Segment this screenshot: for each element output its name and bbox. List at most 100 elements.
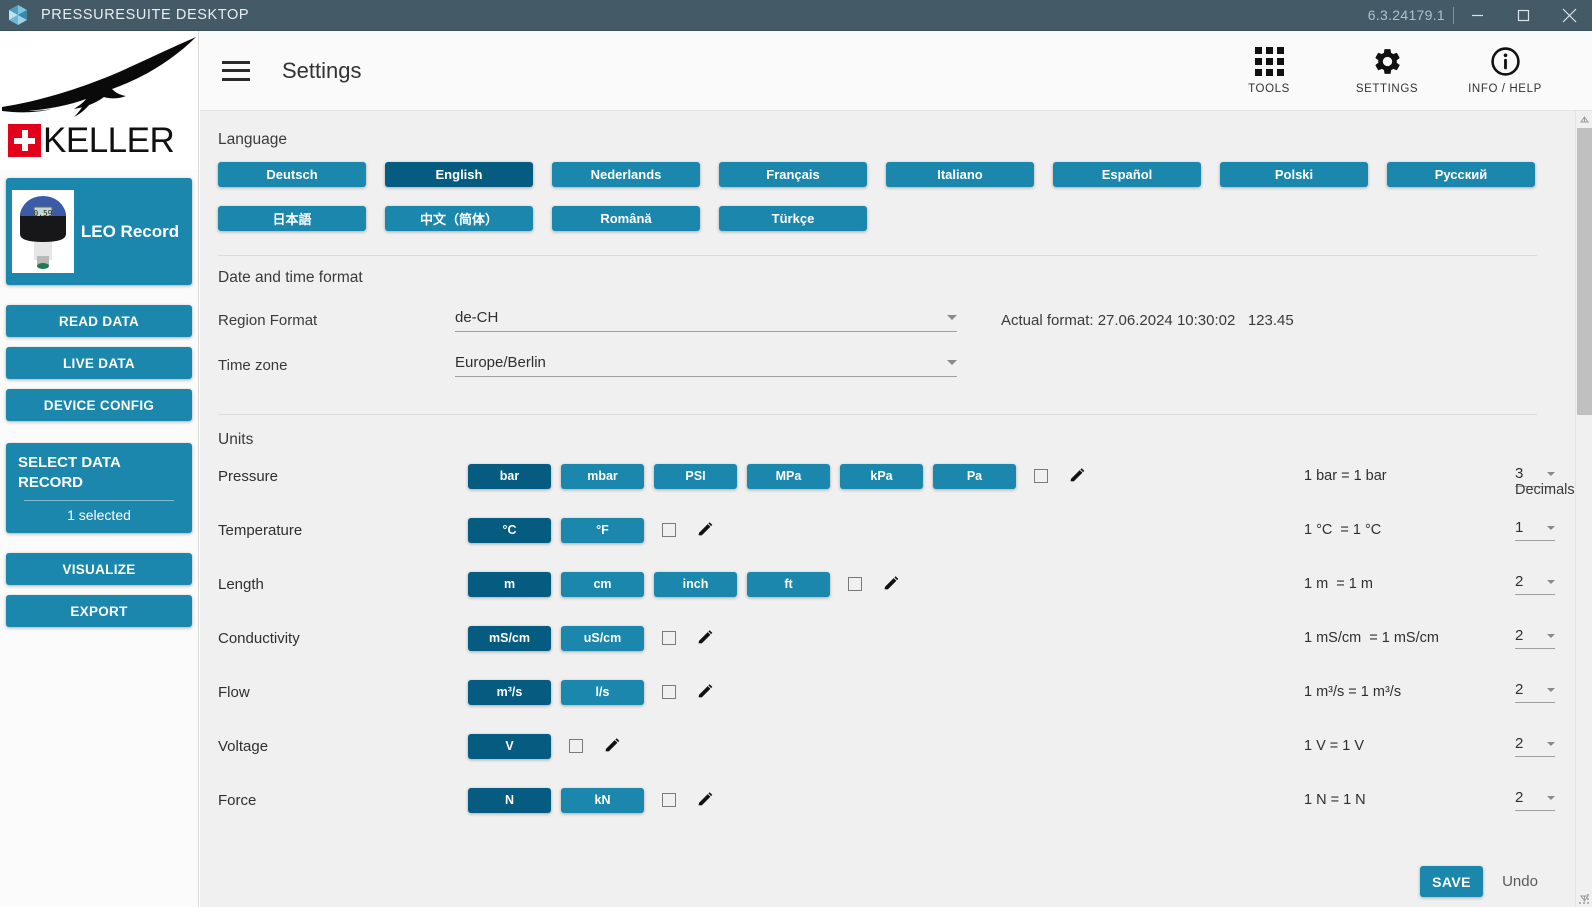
unit-option-length-ft[interactable]: ft bbox=[747, 571, 830, 597]
language-option-turkce[interactable]: Türkçe bbox=[719, 206, 867, 231]
divider bbox=[24, 500, 174, 501]
unit-option-group: °C °F bbox=[468, 517, 654, 543]
custom-unit-checkbox-force[interactable] bbox=[662, 793, 676, 807]
sidebar-item-live-data[interactable]: LIVE DATA bbox=[6, 347, 192, 379]
unit-option-voltage-v[interactable]: V bbox=[468, 733, 551, 759]
unit-option-pressure-bar[interactable]: bar bbox=[468, 463, 551, 489]
timezone-select[interactable]: Europe/Berlin bbox=[455, 354, 957, 377]
language-option-espanol[interactable]: Español bbox=[1053, 162, 1201, 187]
unit-option-length-cm[interactable]: cm bbox=[561, 571, 644, 597]
unit-option-temperature-f[interactable]: °F bbox=[561, 517, 644, 543]
region-format-select[interactable]: de-CH bbox=[455, 309, 957, 332]
info-circle-icon bbox=[1490, 46, 1521, 76]
custom-unit-checkbox-pressure[interactable] bbox=[1034, 469, 1048, 483]
language-option-nederlands[interactable]: Nederlands bbox=[552, 162, 700, 187]
pencil-edit-icon[interactable] bbox=[1068, 467, 1086, 485]
undo-button[interactable]: Undo bbox=[1483, 866, 1557, 897]
region-format-value: de-CH bbox=[455, 309, 499, 326]
chevron-down-icon bbox=[947, 360, 957, 365]
language-option-deutsch[interactable]: Deutsch bbox=[218, 162, 366, 187]
unit-option-pressure-kpa[interactable]: kPa bbox=[840, 463, 923, 489]
decimals-select-length[interactable]: 2 bbox=[1515, 573, 1555, 595]
unit-option-conductivity-ms-cm[interactable]: mS/cm bbox=[468, 625, 551, 651]
sidebar-item-device-config[interactable]: DEVICE CONFIG bbox=[6, 389, 192, 421]
decimals-select-conductivity[interactable]: 2 bbox=[1515, 627, 1555, 649]
language-option-francais[interactable]: Français bbox=[719, 162, 867, 187]
sidebar-item-label: EXPORT bbox=[70, 603, 128, 619]
unit-option-group: m³/s l/s bbox=[468, 679, 654, 705]
decimals-select-flow[interactable]: 2 bbox=[1515, 681, 1555, 703]
datetime-section-title: Date and time format bbox=[218, 269, 363, 286]
language-option-english[interactable]: English bbox=[385, 162, 533, 187]
unit-option-flow-m-s[interactable]: m³/s bbox=[468, 679, 551, 705]
chevron-down-icon bbox=[1547, 687, 1555, 692]
language-option-italiano[interactable]: Italiano bbox=[886, 162, 1034, 187]
scroll-up-arrow-icon[interactable] bbox=[1576, 111, 1592, 128]
unit-option-flow-l-s[interactable]: l/s bbox=[561, 679, 644, 705]
language-option-romana[interactable]: Română bbox=[552, 206, 700, 231]
unit-row-pressure: Pressure bar mbar PSI MPa kPa Pa 1 bar = 1 bar 3 bbox=[218, 449, 1575, 503]
datetime-section: Date and time format Region Format de-CH… bbox=[200, 256, 1575, 377]
app-header: Settings TOOLS SETTINGS INFO / HELP bbox=[200, 31, 1592, 111]
unit-row-label: Temperature bbox=[218, 521, 303, 539]
custom-unit-checkbox-conductivity[interactable] bbox=[662, 631, 676, 645]
custom-unit-checkbox-length[interactable] bbox=[848, 577, 862, 591]
header-item-tools[interactable]: TOOLS bbox=[1210, 31, 1328, 111]
custom-unit-checkbox-voltage[interactable] bbox=[569, 739, 583, 753]
unit-option-pressure-psi[interactable]: PSI bbox=[654, 463, 737, 489]
swiss-cross-icon bbox=[8, 124, 41, 157]
decimals-select-temperature[interactable]: 1 bbox=[1515, 519, 1555, 541]
resize-grip[interactable] bbox=[1578, 893, 1590, 905]
unit-option-pressure-mbar[interactable]: mbar bbox=[561, 463, 644, 489]
unit-option-length-inch[interactable]: inch bbox=[654, 571, 737, 597]
title-bar: PRESSURESUITE DESKTOP 6.3.24179.1 bbox=[0, 0, 1592, 31]
sidebar-item-read-data[interactable]: READ DATA bbox=[6, 305, 192, 337]
vertical-scrollbar[interactable] bbox=[1575, 111, 1592, 907]
sidebar-item-export[interactable]: EXPORT bbox=[6, 595, 192, 627]
unit-option-pressure-pa[interactable]: Pa bbox=[933, 463, 1016, 489]
language-option-label: Русский bbox=[1434, 167, 1488, 182]
language-option-chinese[interactable]: 中文（简体） bbox=[385, 206, 533, 231]
unit-option-force-n[interactable]: N bbox=[468, 787, 551, 813]
page-title: Settings bbox=[282, 57, 362, 83]
custom-unit-checkbox-flow[interactable] bbox=[662, 685, 676, 699]
decimals-select-voltage[interactable]: 2 bbox=[1515, 735, 1555, 757]
pencil-edit-icon[interactable] bbox=[603, 737, 621, 755]
custom-unit-checkbox-temperature[interactable] bbox=[662, 523, 676, 537]
select-data-record-title: SELECT DATA RECORD bbox=[18, 454, 121, 491]
gear-icon bbox=[1372, 46, 1403, 76]
decimals-select-force[interactable]: 2 bbox=[1515, 789, 1555, 811]
language-option-label: Türkçe bbox=[771, 211, 815, 226]
header-item-settings[interactable]: SETTINGS bbox=[1328, 31, 1446, 111]
unit-option-pressure-mpa[interactable]: MPa bbox=[747, 463, 830, 489]
unit-option-length-m[interactable]: m bbox=[468, 571, 551, 597]
pencil-edit-icon[interactable] bbox=[696, 683, 714, 701]
header-item-info-help[interactable]: INFO / HELP bbox=[1446, 31, 1564, 111]
save-button[interactable]: SAVE bbox=[1420, 866, 1483, 897]
unit-conversion-text: 1 °C = 1 °C bbox=[1304, 522, 1382, 538]
chevron-down-icon bbox=[1547, 633, 1555, 638]
unit-row-temperature: Temperature °C °F 1 °C = 1 °C 1 bbox=[218, 503, 1575, 557]
maximize-button[interactable] bbox=[1500, 0, 1546, 31]
unit-option-temperature-c[interactable]: °C bbox=[468, 517, 551, 543]
minimize-button[interactable] bbox=[1454, 0, 1500, 31]
language-option-japanese[interactable]: 日本語 bbox=[218, 206, 366, 231]
unit-option-conductivity-us-cm[interactable]: uS/cm bbox=[561, 625, 644, 651]
pencil-edit-icon[interactable] bbox=[696, 521, 714, 539]
pencil-edit-icon[interactable] bbox=[696, 791, 714, 809]
sidebar-item-visualize[interactable]: VISUALIZE bbox=[6, 553, 192, 585]
language-option-russkiy[interactable]: Русский bbox=[1387, 162, 1535, 187]
unit-option-force-kn[interactable]: kN bbox=[561, 787, 644, 813]
keller-bird-logo bbox=[2, 37, 196, 117]
pencil-edit-icon[interactable] bbox=[882, 575, 900, 593]
language-option-polski[interactable]: Polski bbox=[1220, 162, 1368, 187]
language-option-label: Italiano bbox=[937, 167, 983, 182]
scrollbar-thumb[interactable] bbox=[1577, 128, 1592, 415]
select-data-record-card[interactable]: SELECT DATA RECORD 1 selected bbox=[6, 443, 192, 533]
hamburger-menu-icon[interactable] bbox=[222, 60, 250, 81]
device-card[interactable]: 0.59 LEO Record bbox=[6, 178, 192, 285]
pencil-edit-icon[interactable] bbox=[696, 629, 714, 647]
decimals-value: 1 bbox=[1515, 519, 1524, 536]
close-button[interactable] bbox=[1546, 0, 1592, 31]
actual-format-text: Actual format: 27.06.2024 10:30:02 123.4… bbox=[1001, 312, 1294, 329]
